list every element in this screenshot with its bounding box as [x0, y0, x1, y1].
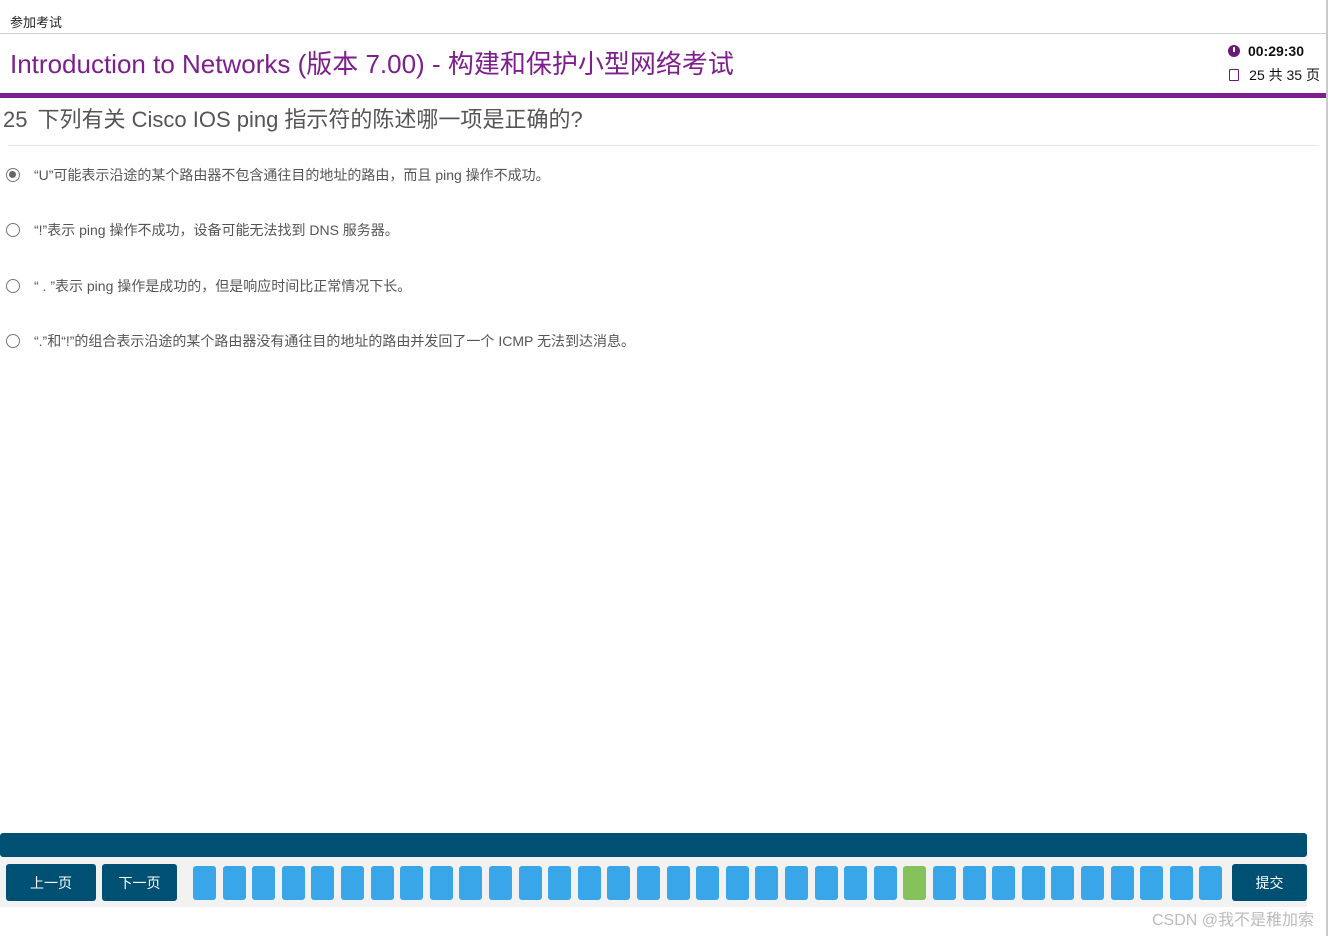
question-nav-box[interactable]: [1199, 866, 1222, 900]
question-nav-box[interactable]: [844, 866, 867, 900]
page-indicator: 25 共 35 页: [1229, 65, 1320, 85]
question-nav-box[interactable]: [371, 866, 394, 900]
progress-strip: [0, 833, 1307, 857]
question-nav-box[interactable]: [1111, 866, 1134, 900]
question-nav-box[interactable]: [1140, 866, 1163, 900]
question-nav-box[interactable]: [430, 866, 453, 900]
question-divider: [8, 145, 1318, 146]
question-nav-box[interactable]: [223, 866, 246, 900]
exam-title: Introduction to Networks (版本 7.00) - 构建和…: [10, 49, 734, 79]
answer-option-3[interactable]: “ . ”表示 ping 操作是成功的，但是响应时间比正常情况下长。: [6, 276, 411, 296]
option-label: “.”和“!”的组合表示沿途的某个路由器没有通往目的地址的路由并发回了一个 IC…: [34, 333, 635, 349]
question-nav-box[interactable]: [578, 866, 601, 900]
question-nav-box[interactable]: [1081, 866, 1104, 900]
radio-button[interactable]: [6, 168, 20, 182]
clock-icon: [1227, 45, 1240, 57]
next-page-button[interactable]: 下一页: [102, 864, 177, 901]
prev-page-button[interactable]: 上一页: [6, 864, 96, 901]
question-nav-box[interactable]: [963, 866, 986, 900]
question-nav-box[interactable]: [933, 866, 956, 900]
timer-value: 00:29:30: [1247, 43, 1304, 59]
radio-button[interactable]: [6, 223, 20, 237]
question-nav-box[interactable]: [667, 866, 690, 900]
breadcrumb: 参加考试: [10, 16, 63, 31]
answer-option-2[interactable]: “!”表示 ping 操作不成功，设备可能无法找到 DNS 服务器。: [6, 220, 399, 240]
question-nav-box[interactable]: [726, 866, 749, 900]
question-nav-box[interactable]: [815, 866, 838, 900]
question-nav-box[interactable]: [548, 866, 571, 900]
question-nav-box[interactable]: [874, 866, 897, 900]
page-icon: [1229, 69, 1240, 81]
exam-header: Introduction to Networks (版本 7.00) - 构建和…: [0, 34, 1328, 94]
question-nav-box[interactable]: [1022, 866, 1045, 900]
answer-option-4[interactable]: “.”和“!”的组合表示沿途的某个路由器没有通往目的地址的路由并发回了一个 IC…: [6, 331, 635, 351]
radio-button[interactable]: [6, 334, 20, 348]
question-nav-box[interactable]: [755, 866, 778, 900]
timer: 00:29:30: [1227, 43, 1304, 59]
radio-button[interactable]: [6, 279, 20, 293]
question-nav-box[interactable]: [252, 866, 275, 900]
question-nav-box[interactable]: [607, 866, 630, 900]
question-text: 25 下列有关 Cisco IOS ping 指示符的陈述哪一项是正确的?: [3, 102, 583, 134]
question-nav-box[interactable]: [282, 866, 305, 900]
question-nav-box[interactable]: [400, 866, 423, 900]
question-nav-box[interactable]: [1170, 866, 1193, 900]
question-nav-box[interactable]: [696, 866, 719, 900]
question-number: 25: [3, 107, 28, 132]
question-nav-box[interactable]: [637, 866, 660, 900]
question-nav-box[interactable]: [519, 866, 542, 900]
question-nav-box[interactable]: [311, 866, 334, 900]
answer-option-1[interactable]: “U”可能表示沿途的某个路由器不包含通往目的地址的路由，而且 ping 操作不成…: [6, 165, 550, 185]
watermark: CSDN @我不是稚加索: [1151, 912, 1314, 929]
question-body: 下列有关 Cisco IOS ping 指示符的陈述哪一项是正确的?: [37, 107, 583, 132]
page-indicator-text: 25 共 35 页: [1249, 67, 1320, 83]
option-label: “!”表示 ping 操作不成功，设备可能无法找到 DNS 服务器。: [34, 222, 399, 238]
question-nav-box[interactable]: [459, 866, 482, 900]
navigation-bar: 上一页 下一页 提交: [0, 857, 1307, 907]
top-bar: 参加考试: [0, 0, 1328, 34]
question-nav-box[interactable]: [341, 866, 364, 900]
question-nav-box[interactable]: [992, 866, 1015, 900]
question-nav-box[interactable]: [193, 866, 216, 900]
question-nav-box[interactable]: [785, 866, 808, 900]
question-nav-box[interactable]: [1051, 866, 1074, 900]
question-nav-box-current[interactable]: [903, 866, 926, 900]
submit-button[interactable]: 提交: [1232, 864, 1307, 901]
question-nav-box[interactable]: [489, 866, 512, 900]
option-label: “ . ”表示 ping 操作是成功的，但是响应时间比正常情况下长。: [34, 278, 412, 294]
header-divider: [0, 93, 1328, 98]
option-label: “U”可能表示沿途的某个路由器不包含通往目的地址的路由，而且 ping 操作不成…: [34, 167, 550, 183]
